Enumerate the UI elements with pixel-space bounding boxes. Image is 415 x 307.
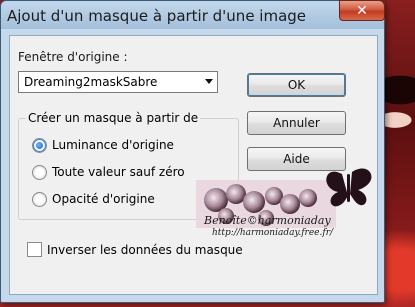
radio-source-opacity[interactable]: Opacité d'origine [32, 191, 155, 207]
source-window-label: Fenêtre d'origine : [18, 50, 128, 64]
radio-source-luminance[interactable]: Luminance d'origine [32, 137, 174, 153]
radio-button[interactable] [32, 191, 47, 207]
invert-checkbox[interactable] [27, 242, 42, 257]
chevron-down-icon [205, 79, 213, 84]
mask-dialog: Ajout d'un masque à partir d'une image ✕… [0, 0, 385, 303]
cancel-label: Annuler [273, 116, 320, 130]
close-icon: ✕ [356, 2, 368, 19]
ok-button[interactable]: OK [247, 73, 346, 97]
source-window-value: Dreaming2maskSabre [24, 75, 158, 89]
close-button[interactable]: ✕ [339, 0, 385, 21]
watermark-signature: Benoîte©harmoniaday [203, 214, 331, 227]
butterfly-icon [326, 168, 372, 207]
radio-label: Opacité d'origine [52, 192, 155, 206]
ok-label: OK [287, 78, 306, 92]
radio-button[interactable] [32, 137, 47, 153]
radio-label: Luminance d'origine [52, 138, 174, 152]
title-bar[interactable]: Ajout d'un masque à partir d'une image ✕ [1, 0, 385, 29]
source-window-dropdown[interactable]: Dreaming2maskSabre [18, 71, 218, 93]
dialog-title: Ajout d'un masque à partir d'une image [7, 7, 307, 25]
radio-button[interactable] [32, 164, 47, 180]
watermark-url: http://harmoniaday.free.fr/ [212, 228, 334, 238]
cancel-button[interactable]: Annuler [247, 111, 346, 135]
group-title: Créer un masque à partir de [26, 111, 201, 125]
radio-label: Toute valeur sauf zéro [52, 165, 185, 179]
radio-any-nonzero[interactable]: Toute valeur sauf zéro [32, 164, 185, 180]
